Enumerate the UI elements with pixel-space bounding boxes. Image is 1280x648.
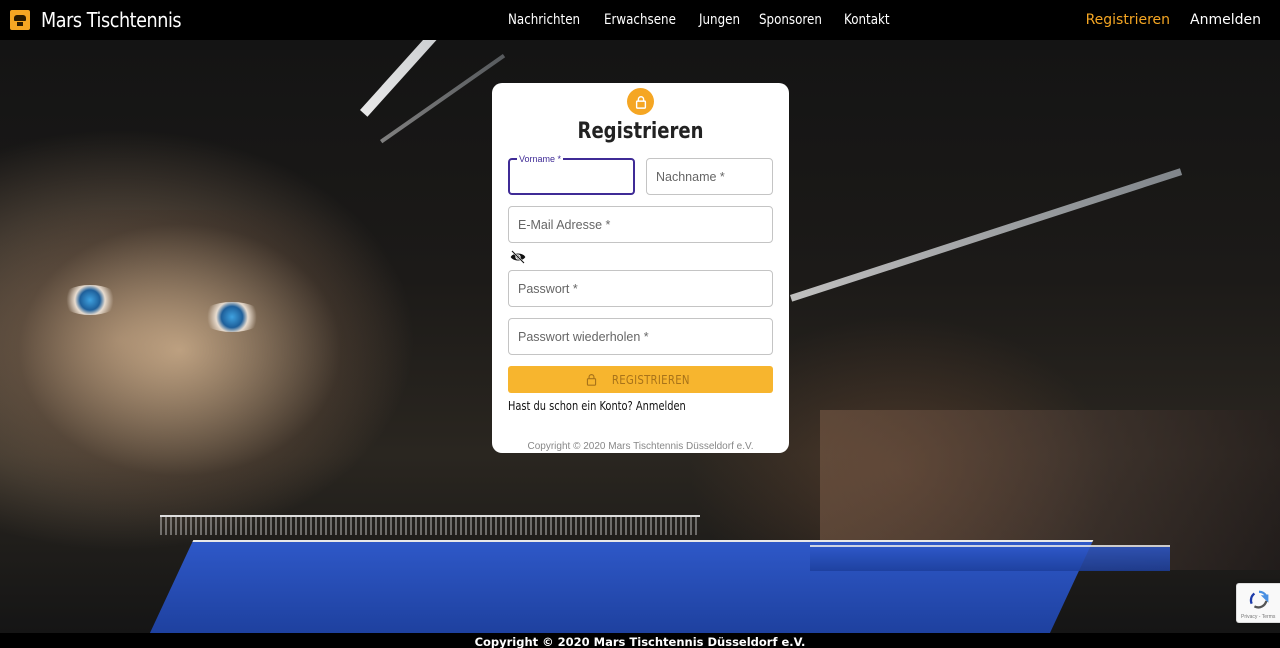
form-title: Registrieren: [577, 119, 704, 144]
ceiling-light: [790, 168, 1183, 302]
wall-mural: [0, 210, 520, 540]
lock-icon: [586, 374, 596, 386]
account-nav: Registrieren Anmelden: [1086, 0, 1261, 40]
mural-eye: [60, 285, 120, 315]
main-nav: Nachrichten Erwachsene Jungen Sponsoren …: [508, 0, 908, 40]
card-copyright: Copyright © 2020 Mars Tischtennis Düssel…: [527, 441, 754, 452]
firstname-field[interactable]: Vorname *: [508, 154, 635, 195]
email-field[interactable]: E-Mail Adresse *: [508, 206, 773, 243]
lastname-field[interactable]: Nachname *: [646, 158, 773, 195]
nav-link-erwachsene[interactable]: Erwachsene: [604, 12, 676, 28]
register-card: Registrieren Vorname * Nachname * E-Mail…: [492, 83, 789, 453]
top-navbar: Mars Tischtennis Nachrichten Erwachsene …: [0, 0, 1280, 40]
lock-icon: [627, 88, 654, 115]
eye-off-icon[interactable]: [510, 250, 526, 264]
password-repeat-field[interactable]: Passwort wiederholen *: [508, 318, 773, 355]
recaptcha-icon: [1249, 590, 1269, 609]
table-net: [160, 515, 700, 535]
nav-link-kontakt[interactable]: Kontakt: [844, 12, 890, 28]
nav-link-sponsoren[interactable]: Sponsoren: [759, 12, 822, 28]
register-button-label: REGISTRIEREN: [611, 372, 690, 387]
email-placeholder: E-Mail Adresse *: [518, 218, 611, 232]
nav-link-jungen[interactable]: Jungen: [699, 12, 740, 28]
recaptcha-links[interactable]: Privacy - Terms: [1241, 614, 1275, 620]
lastname-placeholder: Nachname *: [656, 170, 725, 184]
brand-name[interactable]: Mars Tischtennis: [41, 8, 182, 32]
password-repeat-placeholder: Passwort wiederholen *: [518, 330, 649, 344]
mural-eye: [200, 302, 264, 332]
page-footer: Copyright © 2020 Mars Tischtennis Düssel…: [0, 633, 1280, 648]
nav-login-link[interactable]: Anmelden: [1190, 12, 1261, 28]
brand[interactable]: Mars Tischtennis: [10, 8, 200, 32]
password-placeholder: Passwort *: [518, 282, 578, 296]
footer-copyright: Copyright © 2020 Mars Tischtennis Düssel…: [474, 635, 806, 648]
club-logo-icon[interactable]: [10, 10, 30, 30]
recaptcha-badge[interactable]: Privacy - Terms: [1236, 583, 1280, 623]
login-link[interactable]: Hast du schon ein Konto? Anmelden: [508, 399, 686, 413]
table-tennis-table: [810, 545, 1170, 571]
register-button[interactable]: REGISTRIEREN: [508, 366, 773, 393]
nav-register-link[interactable]: Registrieren: [1086, 12, 1170, 28]
firstname-label: Vorname *: [517, 154, 564, 164]
nav-link-nachrichten[interactable]: Nachrichten: [508, 12, 580, 28]
password-field[interactable]: Passwort *: [508, 270, 773, 307]
